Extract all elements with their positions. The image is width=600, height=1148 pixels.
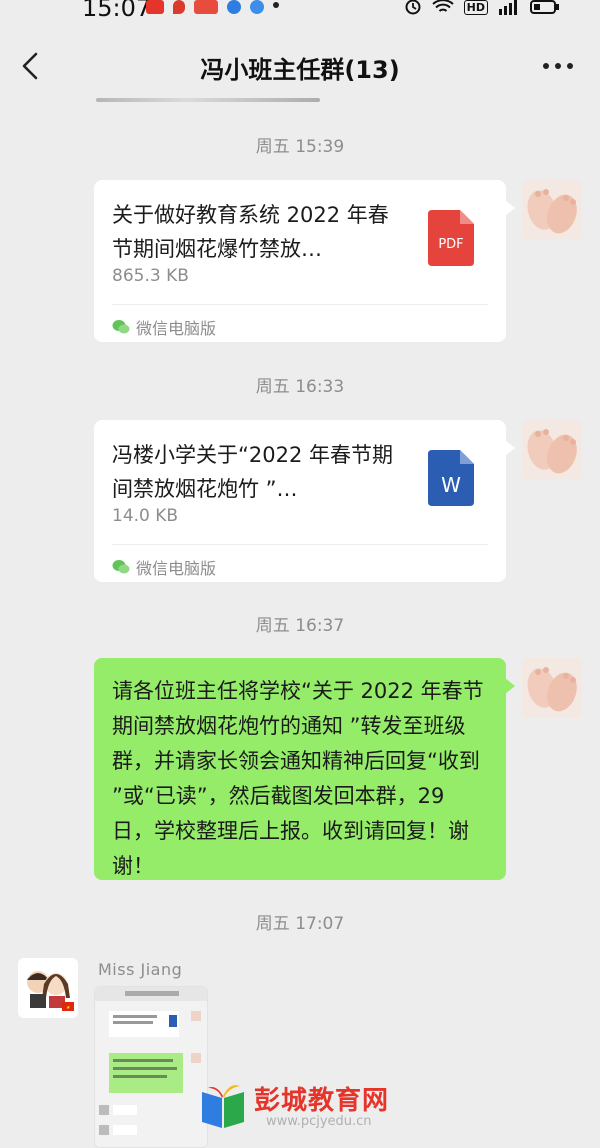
app-notification-icon <box>146 0 164 14</box>
text-message[interactable]: 请各位班主任将学校“关于 2022 年春节期间禁放烟花炮竹的通知 ”转发至班级群… <box>94 658 515 880</box>
file-icon-label: PDF <box>438 237 463 252</box>
chat-header: 冯小班主任群(13) <box>0 26 600 106</box>
svg-text:★: ★ <box>66 1005 71 1011</box>
status-indicators: HD <box>404 0 560 16</box>
status-app-icons <box>146 0 279 14</box>
more-button[interactable] <box>540 54 576 78</box>
chat-title: 冯小班主任群(13) <box>200 56 400 84</box>
book-logo-icon <box>202 1085 244 1128</box>
file-size: 865.3 KB <box>112 266 189 286</box>
divider <box>112 544 488 545</box>
baby-feet-avatar-image <box>522 658 582 718</box>
file-size: 14.0 KB <box>112 506 179 526</box>
file-message-pdf[interactable]: 关于做好教育系统 2022 年春节期间烟花爆竹禁放… 865.3 KB 微信电脑… <box>94 180 515 342</box>
news-app-icon <box>194 0 218 14</box>
message-timestamp: 周五 15:39 <box>255 137 345 157</box>
location-pin-icon <box>173 0 185 14</box>
status-bar: 15:07 HD <box>0 0 600 26</box>
watermark-text: 彭城教育网 <box>254 1086 390 1116</box>
more-dots-icon <box>543 63 573 69</box>
avatar-self[interactable] <box>522 420 582 480</box>
signal-icon <box>499 0 517 15</box>
message-timestamp: 周五 16:37 <box>255 616 345 636</box>
pdf-file-icon: PDF <box>428 210 474 266</box>
site-watermark: 彭城教育网 www.pcjyedu.cn <box>196 1078 406 1138</box>
file-title: 关于做好教育系统 2022 年春节期间烟花爆竹禁放… <box>112 203 389 261</box>
status-time: 15:07 <box>82 0 152 22</box>
battery-icon <box>530 0 559 14</box>
wifi-icon <box>431 0 454 12</box>
file-source: 微信电脑版 <box>112 315 216 339</box>
file-icon-label: W <box>441 473 461 497</box>
app-notification-icon <box>250 0 264 14</box>
avatar-miss-jiang[interactable]: ★ <box>18 958 78 1018</box>
avatar-self[interactable] <box>522 180 582 240</box>
message-timestamp: 周五 17:07 <box>255 914 345 934</box>
image-message-screenshot[interactable] <box>94 986 208 1148</box>
alarm-icon <box>405 0 421 15</box>
hd-badge: HD <box>463 0 488 15</box>
file-source: 微信电脑版 <box>112 555 216 579</box>
message-timestamp: 周五 16:33 <box>255 377 345 397</box>
file-message-word[interactable]: 冯楼小学关于“2022 年春节期间禁放烟花炮竹 ”… 14.0 KB 微信电脑版… <box>94 420 515 582</box>
avatar-self[interactable] <box>522 658 582 718</box>
divider <box>112 304 488 305</box>
wechat-icon <box>112 320 130 334</box>
word-file-icon: W <box>428 450 474 506</box>
app-notification-icon <box>227 0 241 14</box>
file-title: 冯楼小学关于“2022 年春节期间禁放烟花炮竹 ”… <box>112 443 393 501</box>
sender-name: Miss Jiang <box>98 960 183 979</box>
cartoon-couple-avatar-image: ★ <box>18 958 78 1018</box>
chat-screenshot-thumbnail <box>95 987 207 1147</box>
baby-feet-avatar-image <box>522 420 582 480</box>
previous-message-edge <box>96 98 320 102</box>
dot-icon <box>273 2 279 8</box>
watermark-url: www.pcjyedu.cn <box>266 1114 372 1129</box>
wechat-icon <box>112 560 130 574</box>
file-source-label: 微信电脑版 <box>136 319 217 338</box>
baby-feet-avatar-image <box>522 180 582 240</box>
file-source-label: 微信电脑版 <box>136 559 217 578</box>
